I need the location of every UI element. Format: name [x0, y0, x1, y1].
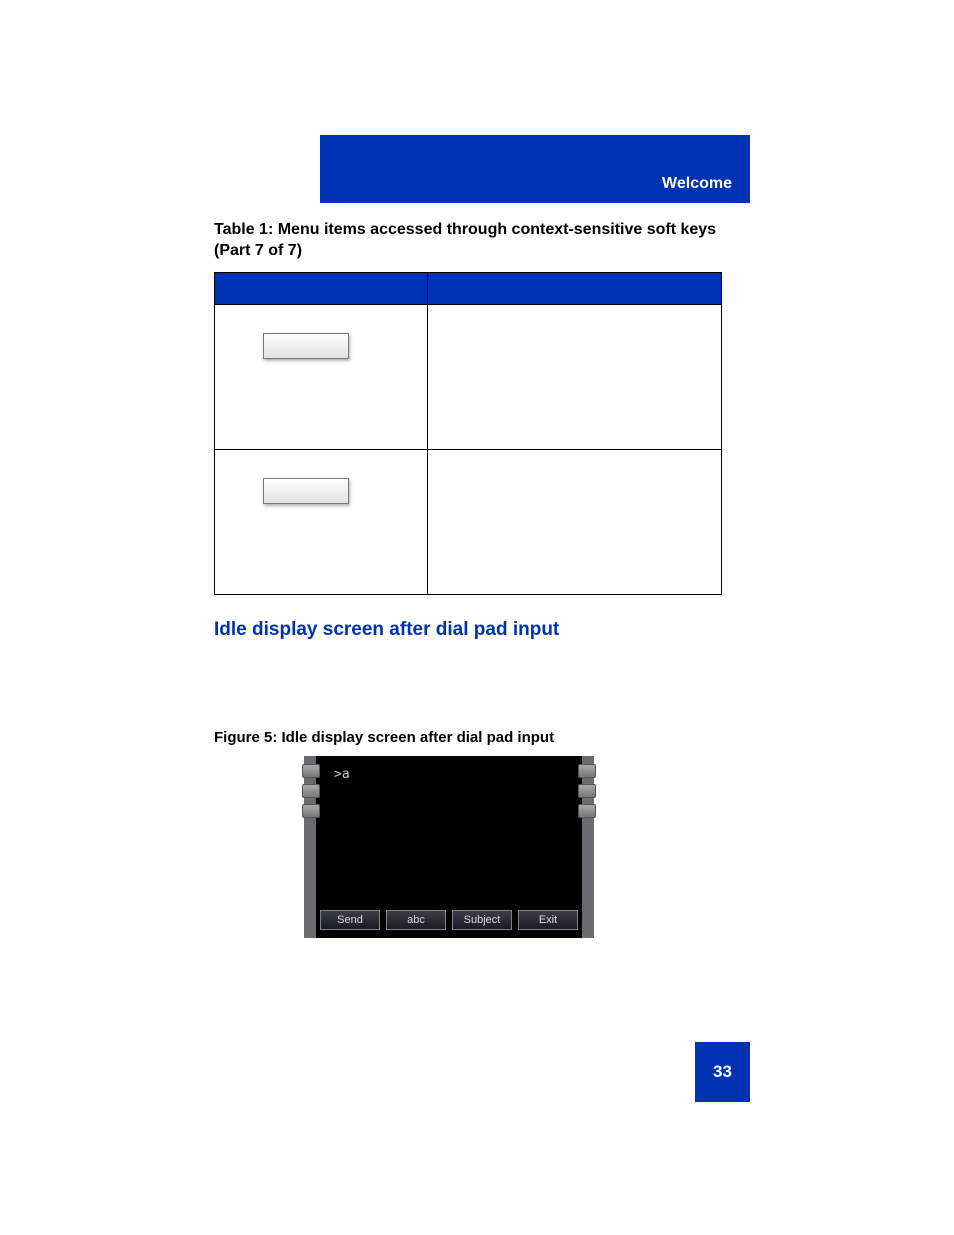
header-section-label: Welcome [662, 175, 732, 193]
phone-screen: >a [326, 761, 572, 933]
page-content: Table 1: Menu items accessed through con… [214, 220, 744, 938]
phone-bezel-left [302, 756, 322, 938]
bezel-button [302, 764, 320, 778]
bezel-button [302, 784, 320, 798]
table-row [215, 304, 722, 449]
table-header-row [215, 272, 722, 304]
phone-screenshot: >a Send abc Subject Exit [304, 756, 594, 938]
document-page: Welcome Table 1: Menu items accessed thr… [0, 0, 954, 1235]
page-number-value: 33 [713, 1062, 732, 1082]
page-number: 33 [695, 1042, 750, 1102]
section-heading: Idle display screen after dial pad input [214, 619, 744, 641]
menu-table [214, 272, 722, 595]
phone-softkey-send: Send [320, 910, 380, 930]
bezel-button [578, 804, 596, 818]
softkey-button [263, 333, 349, 359]
phone-bezel-right [576, 756, 596, 938]
phone-softkey-row: Send abc Subject Exit [320, 910, 578, 930]
bezel-button [578, 784, 596, 798]
figure-caption: Figure 5: Idle display screen after dial… [214, 729, 744, 746]
bezel-button [578, 764, 596, 778]
table-row [215, 449, 722, 594]
phone-softkey-abc: abc [386, 910, 446, 930]
bezel-button [302, 804, 320, 818]
table-caption: Table 1: Menu items accessed through con… [214, 220, 744, 262]
phone-softkey-exit: Exit [518, 910, 578, 930]
softkey-button [263, 478, 349, 504]
header-bar: Welcome [320, 135, 750, 203]
phone-prompt-text: >a [334, 767, 350, 782]
phone-softkey-subject: Subject [452, 910, 512, 930]
